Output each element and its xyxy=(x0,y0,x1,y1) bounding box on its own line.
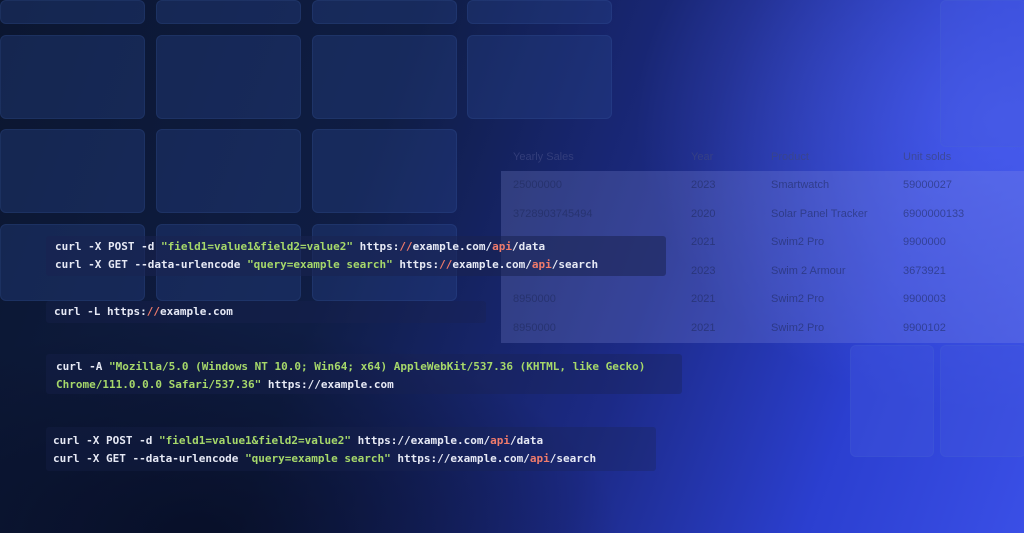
code-token: example.com/ xyxy=(452,258,532,271)
code-token-str: "Mozilla/5.0 (Windows NT 10.0; Win64; x6… xyxy=(108,360,646,373)
code-token: example.com/ xyxy=(412,240,493,253)
table-cell: Swim 2 Armour xyxy=(771,264,846,277)
code-token: https://example.com xyxy=(261,378,394,391)
grid-tile xyxy=(467,0,612,24)
code-block-post-get-2: curl -X POST -d "field1=value1&field2=va… xyxy=(46,427,656,471)
code-token: /data xyxy=(512,240,546,253)
code-token: https: xyxy=(392,258,440,271)
grid-tile xyxy=(0,35,145,119)
code-token: /data xyxy=(509,434,544,447)
table-cell: 3728903745494 xyxy=(513,207,593,220)
table-cell: 9900102 xyxy=(903,322,946,334)
code-line: curl -X GET --data-urlencode "query=exam… xyxy=(55,256,598,274)
code-line: Chrome/111.0.0.0 Safari/537.36" https://… xyxy=(56,376,645,394)
grid-tile xyxy=(467,35,612,119)
table-cell: 2021 xyxy=(691,322,716,334)
code-block-user-agent: curl -A "Mozilla/5.0 (Windows NT 10.0; W… xyxy=(46,354,682,394)
code-line: curl -X GET --data-urlencode "query=exam… xyxy=(53,450,596,468)
code-token: /search xyxy=(549,452,597,465)
table-header-cell: Unit solds xyxy=(903,151,952,163)
table-cell: Swim2 Pro xyxy=(771,322,825,334)
code-line: curl -X POST -d "field1=value1&field2=va… xyxy=(55,238,598,256)
code-line: curl -L https://example.com xyxy=(54,303,233,321)
code-token: curl -X POST -d xyxy=(53,434,159,447)
table-cell: Swim2 Pro xyxy=(771,236,825,249)
code-token-str: "query=example search" xyxy=(245,452,391,465)
table-row: 8950000 2021 Swim2 Pro 9900102 xyxy=(501,316,1024,344)
table-cell: Smartwatch xyxy=(771,179,830,191)
table-cell: Swim2 Pro xyxy=(771,293,825,306)
code-token-api: api xyxy=(531,258,552,271)
grid-tile xyxy=(850,345,934,457)
grid-tile xyxy=(156,35,301,119)
code-block-redirect: curl -L https://example.com xyxy=(46,301,486,323)
code-token: curl -L https: xyxy=(54,305,147,318)
grid-tile xyxy=(940,0,1024,147)
table-header-cell: Product xyxy=(771,151,809,163)
code-token: https://example.com/ xyxy=(351,434,491,447)
grid-tile xyxy=(312,0,457,24)
code-token-str: "query=example search" xyxy=(247,258,393,271)
code-token: curl -X GET --data-urlencode xyxy=(53,452,246,465)
code-token-str: Chrome/111.0.0.0 Safari/537.36" xyxy=(56,378,262,391)
table-header-cell: Year xyxy=(691,151,714,163)
table-cell: 25000000 xyxy=(513,179,562,191)
table-cell: 2020 xyxy=(691,207,716,220)
code-token: curl -X GET --data-urlencode xyxy=(55,258,248,271)
code-token: https://example.com/ xyxy=(390,452,530,465)
table-cell: 8950000 xyxy=(513,322,556,334)
grid-tile xyxy=(156,0,301,24)
table-header-cell: Yearly Sales xyxy=(513,151,574,163)
code-token: curl -A xyxy=(56,360,109,373)
code-line: curl -X POST -d "field1=value1&field2=va… xyxy=(53,432,596,450)
code-token-api: api xyxy=(492,240,512,253)
code-token-str: "field1=value1&field2=value2" xyxy=(160,240,354,253)
code-token-slash: // xyxy=(439,258,453,271)
table-cell: 59000027 xyxy=(903,179,952,191)
table-row: 25000000 2023 Smartwatch 59000027 xyxy=(501,173,1024,201)
table-cell: Solar Panel Tracker xyxy=(771,207,868,220)
grid-tile xyxy=(0,129,145,213)
code-token: https: xyxy=(353,240,400,253)
table-row: 3728903745494 2020 Solar Panel Tracker 6900… xyxy=(501,202,1024,230)
code-token-api: api xyxy=(490,434,510,447)
code-token: example.com xyxy=(159,305,233,318)
grid-tile xyxy=(312,35,457,119)
code-token: curl -X POST -d xyxy=(55,240,161,253)
code-token-slash: // xyxy=(146,305,160,318)
table-cell: 2021 xyxy=(691,293,716,306)
code-token: /search xyxy=(551,258,599,271)
grid-tile xyxy=(312,129,457,213)
code-token-slash: // xyxy=(399,240,413,253)
code-token-str: "field1=value1&field2=value2" xyxy=(158,434,352,447)
table-header-row: Yearly Sales Year Product Unit solds xyxy=(501,145,1024,173)
table-cell: 6900000133 xyxy=(903,207,965,220)
code-block-post-get: curl -X POST -d "field1=value1&field2=va… xyxy=(46,236,666,276)
table-cell: 9900003 xyxy=(903,293,946,306)
code-line: curl -A "Mozilla/5.0 (Windows NT 10.0; W… xyxy=(56,358,645,376)
table-cell: 2023 xyxy=(691,264,716,277)
table-cell: 3673921 xyxy=(903,264,946,277)
grid-tile xyxy=(940,345,1024,457)
table-cell: 2021 xyxy=(691,236,716,249)
grid-tile xyxy=(0,0,145,24)
grid-tile xyxy=(156,129,301,213)
table-row: 8950000 2021 Swim2 Pro 9900003 xyxy=(501,287,1024,315)
code-token-api: api xyxy=(529,452,550,465)
table-cell: 8950000 xyxy=(513,293,556,306)
table-cell: 2023 xyxy=(691,179,716,191)
table-cell: 9900000 xyxy=(903,236,946,249)
